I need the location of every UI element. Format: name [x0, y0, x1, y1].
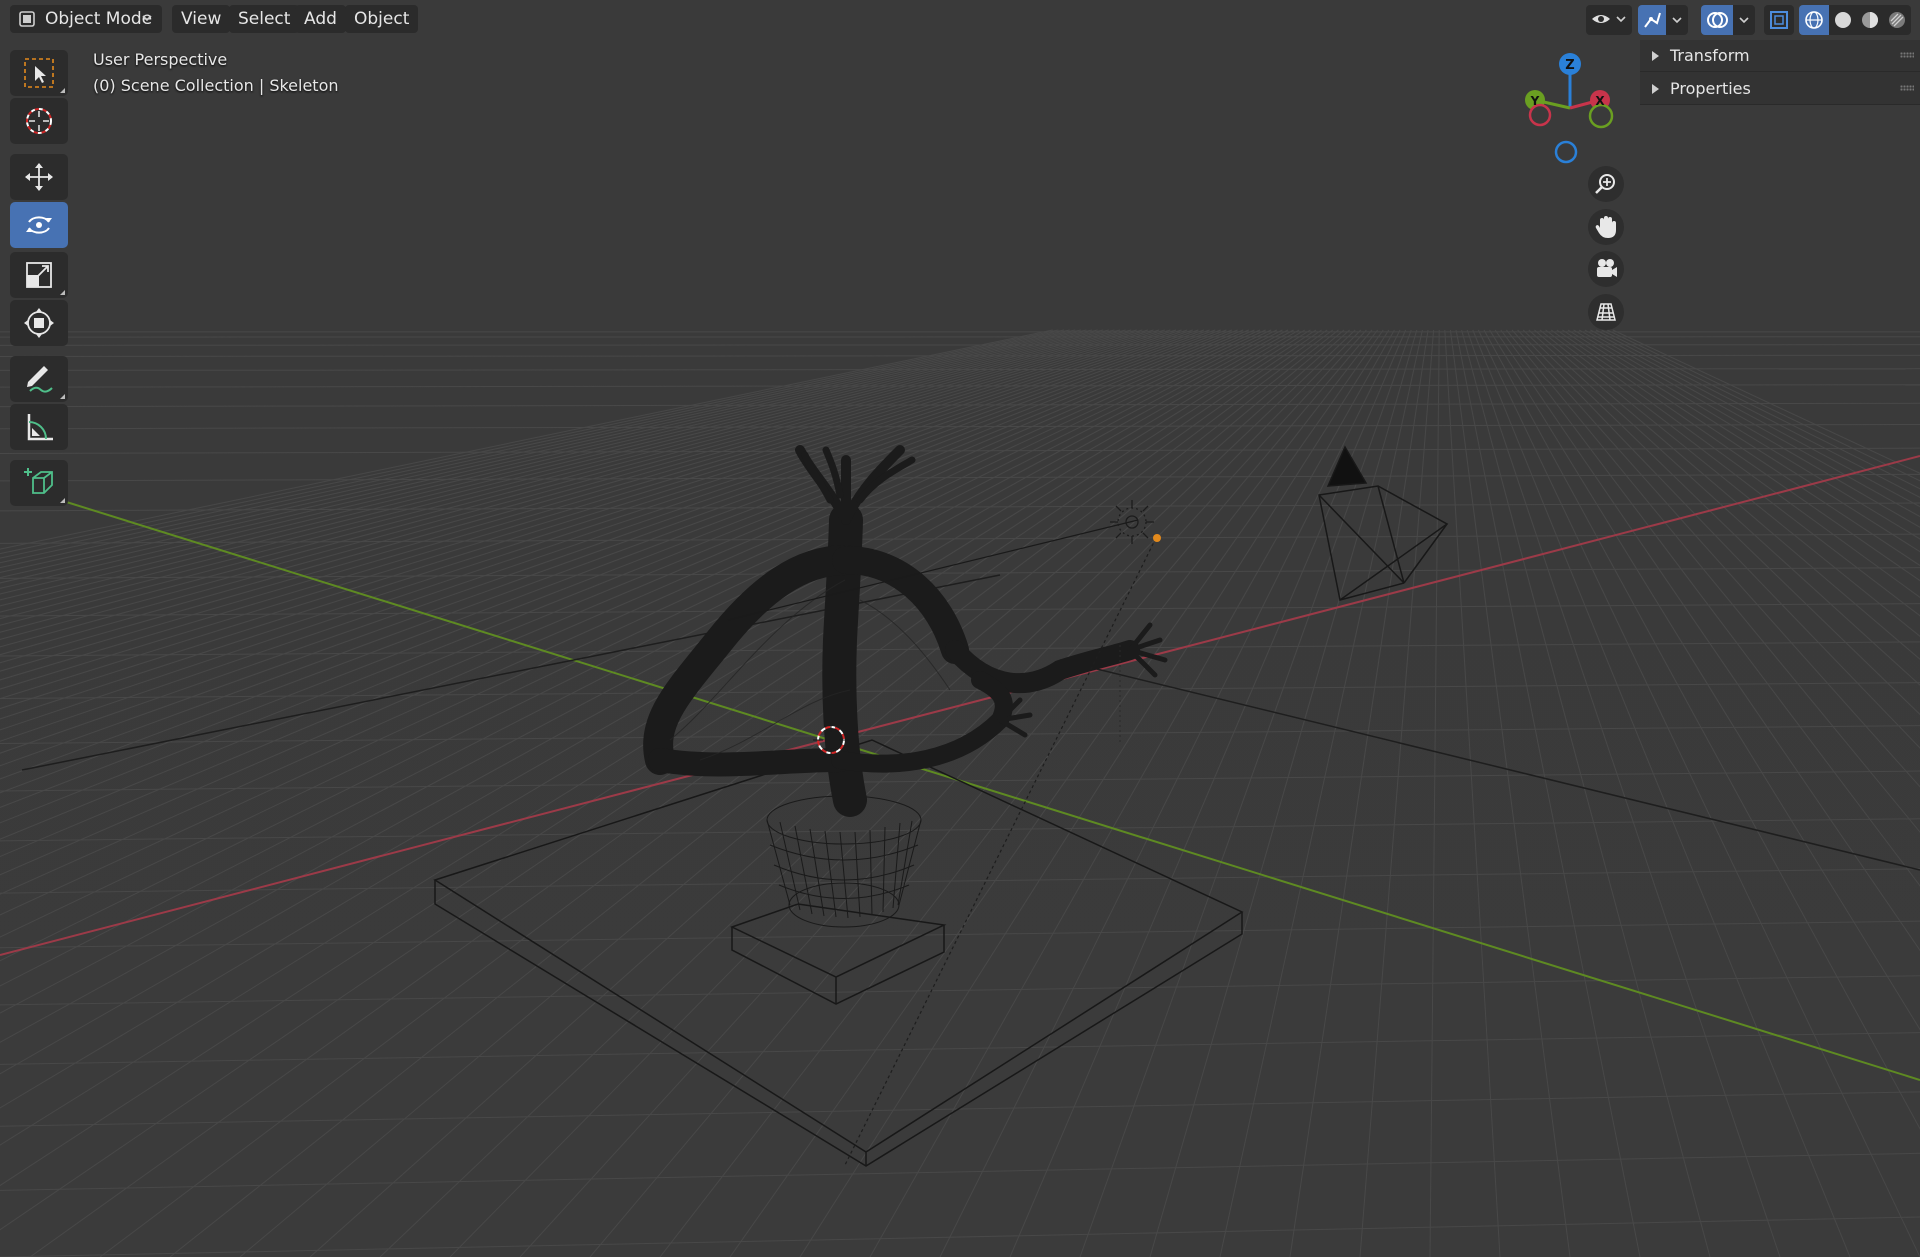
measure-ruler-icon [27, 414, 53, 441]
camera-view-button[interactable] [1588, 251, 1624, 287]
transform-icon [24, 308, 54, 338]
properties-panel-label: Properties [1670, 79, 1751, 98]
3d-viewport[interactable]: Z Y X [0, 0, 1920, 1257]
xray-toggle-button[interactable] [1764, 5, 1794, 35]
overlay-dropdown[interactable] [1733, 5, 1755, 35]
sidebar-panel: Transform Properties [1640, 40, 1920, 105]
rendered-shading-button[interactable] [1883, 5, 1911, 35]
object-mode-icon [19, 11, 35, 27]
eye-visibility-icon [1592, 15, 1626, 23]
move-icon [25, 163, 53, 191]
gizmo-label-z: Z [1565, 58, 1574, 73]
view-name-label: User Perspective [93, 50, 228, 69]
object-mode-label: Object Mode [45, 9, 153, 29]
chevron-down-icon [1672, 17, 1682, 24]
menu-view[interactable]: View [172, 5, 231, 33]
chevron-down-icon [142, 15, 152, 22]
gizmo-toggle-icon [1644, 12, 1661, 28]
expand-triangle-icon [1652, 50, 1659, 61]
solid-shading-icon [1834, 12, 1851, 28]
viewport-header: Object Mode View Select Add Object [0, 0, 1920, 40]
pan-hand-icon [1595, 216, 1616, 238]
zoom-button[interactable] [1588, 166, 1624, 202]
viewport-canvas: Z Y X [0, 0, 1920, 1257]
chevron-down-icon [1739, 17, 1749, 24]
wireframe-shading-icon [1805, 11, 1823, 29]
light-origin-dot [1153, 534, 1161, 542]
gizmo-toggle-button[interactable] [1638, 5, 1666, 35]
ortho-grid-icon [1596, 303, 1616, 321]
select-box-icon [24, 58, 54, 88]
object-mode-dropdown[interactable]: Object Mode [10, 5, 162, 33]
add-cube-tool[interactable] [10, 460, 68, 506]
transform-panel-label: Transform [1670, 46, 1750, 65]
rotate-icon [26, 216, 52, 234]
overlay-toggle-icon [1707, 12, 1728, 28]
cursor-tool[interactable] [10, 98, 68, 144]
xray-toggle-icon [1770, 11, 1788, 29]
pan-button[interactable] [1588, 209, 1624, 245]
camera-view-icon [1597, 259, 1617, 277]
add-cube-icon [24, 468, 53, 494]
collection-info-label: (0) Scene Collection | Skeleton [93, 76, 339, 95]
cursor-icon [26, 108, 52, 134]
gizmo-label-x: X [1595, 94, 1605, 108]
measure-tool[interactable] [10, 404, 68, 450]
wireframe-shading-button[interactable] [1799, 5, 1829, 35]
visibility-dropdown[interactable] [1586, 5, 1632, 35]
gizmo-label-y: Y [1530, 94, 1540, 108]
scale-icon [26, 262, 52, 288]
material-shading-button[interactable] [1856, 5, 1883, 35]
menu-add[interactable]: Add [295, 5, 346, 33]
gizmo-dropdown[interactable] [1666, 5, 1688, 35]
annotate-tool[interactable] [10, 356, 68, 402]
drag-grip-icon[interactable] [1900, 52, 1914, 58]
expand-triangle-icon [1652, 83, 1659, 94]
rotate-tool[interactable] [10, 202, 68, 248]
drag-grip-icon[interactable] [1900, 85, 1914, 91]
zoom-icon [1595, 174, 1615, 194]
transform-panel-header[interactable]: Transform [1640, 40, 1920, 72]
select-box-tool[interactable] [10, 50, 68, 96]
transform-tool[interactable] [10, 300, 68, 346]
material-shading-icon [1861, 12, 1878, 28]
solid-shading-button[interactable] [1829, 5, 1856, 35]
move-tool[interactable] [10, 154, 68, 200]
ortho-toggle-button[interactable] [1588, 294, 1624, 330]
properties-panel-header[interactable]: Properties [1640, 73, 1920, 105]
scale-tool[interactable] [10, 252, 68, 298]
overlay-toggle-button[interactable] [1701, 5, 1733, 35]
menu-object[interactable]: Object [345, 5, 419, 33]
rendered-shading-icon [1889, 12, 1905, 28]
menu-select[interactable]: Select [229, 5, 300, 33]
annotate-pencil-icon [27, 366, 53, 393]
